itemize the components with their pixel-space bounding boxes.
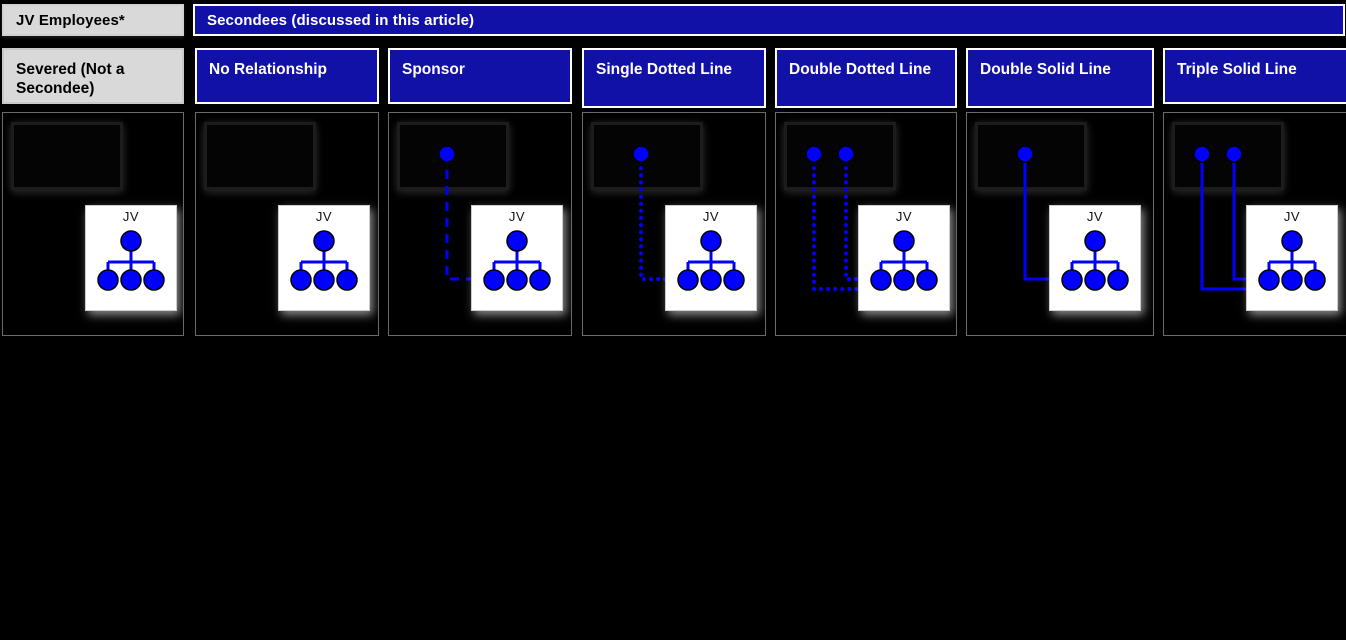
org-node-child-1 [1258,269,1280,291]
org-node-child-1 [677,269,699,291]
org-node-parent [120,230,142,252]
org-node-child-2 [893,269,915,291]
jv-card: JV [665,205,757,311]
jv-card-label: JV [702,209,720,224]
org-node-child-3 [336,269,358,291]
jv-card-label: JV [1086,209,1104,224]
jv-card: JV [858,205,950,311]
org-node-child-2 [120,269,142,291]
column-header-label: Double Solid Line [980,61,1111,78]
org-node-parent [1281,230,1303,252]
org-node-child-2 [1281,269,1303,291]
column-header-triple-solid-line: Triple Solid Line [1163,48,1346,104]
jv-card: JV [1049,205,1141,311]
diagram-cell-double-dotted-line: JV [775,112,957,336]
org-node-child-3 [916,269,938,291]
org-node-parent [893,230,915,252]
column-header-label: Single Dotted Line [596,61,733,78]
jv-card-label: JV [508,209,526,224]
org-node-parent [1084,230,1106,252]
column-header-sponsor: Sponsor [388,48,572,104]
jv-card-label: JV [895,209,913,224]
diagram-cell-sponsor: JV [388,112,572,336]
column-header-double-dotted-line: Double Dotted Line [775,48,957,108]
jv-card: JV [278,205,370,311]
group-header-jv-employees: JV Employees* [2,4,184,36]
org-node-child-3 [143,269,165,291]
group-header-secondees: Secondees (discussed in this article) [193,4,1345,36]
org-node-child-1 [1061,269,1083,291]
parent-company-box [397,122,509,190]
group-header-label: JV Employees* [16,11,125,29]
parent-company-box [11,122,123,190]
diagram-cell-severed: JV [2,112,184,336]
jv-card-label: JV [315,209,333,224]
jv-card: JV [85,205,177,311]
parent-company-box [204,122,316,190]
org-node-child-2 [1084,269,1106,291]
org-node-child-1 [483,269,505,291]
column-header-severed: Severed (Not a Secondee) [2,48,184,104]
column-header-single-dotted-line: Single Dotted Line [582,48,766,108]
parent-company-box [784,122,896,190]
org-node-child-1 [870,269,892,291]
org-node-child-1 [290,269,312,291]
column-header-label: Triple Solid Line [1177,61,1297,78]
parent-company-box [1172,122,1284,190]
diagram-cell-no-relationship: JV [195,112,379,336]
org-node-child-2 [313,269,335,291]
org-node-child-3 [1304,269,1326,291]
parent-company-box [975,122,1087,190]
jv-card: JV [1246,205,1338,311]
column-header-label: Sponsor [402,61,465,78]
org-node-child-1 [97,269,119,291]
diagram-cell-double-solid-line: JV [966,112,1154,336]
jv-card-label: JV [1283,209,1301,224]
parent-company-box [591,122,703,190]
jv-card: JV [471,205,563,311]
org-node-child-2 [700,269,722,291]
column-header-no-relationship: No Relationship [195,48,379,104]
group-header-label: Secondees (discussed in this article) [207,11,475,29]
org-node-parent [700,230,722,252]
org-node-child-2 [506,269,528,291]
jv-card-label: JV [122,209,140,224]
diagram-cell-triple-solid-line: JV [1163,112,1346,336]
diagram-canvas: JV Employees* Secondees (discussed in thi… [0,0,1346,640]
org-node-child-3 [1107,269,1129,291]
column-header-double-solid-line: Double Solid Line [966,48,1154,108]
column-header-label: Double Dotted Line [789,61,932,78]
column-header-label: Severed (Not a Secondee) [16,61,125,98]
org-node-child-3 [529,269,551,291]
org-node-child-3 [723,269,745,291]
diagram-cell-single-dotted-line: JV [582,112,766,336]
org-node-parent [313,230,335,252]
column-header-label: No Relationship [209,61,327,78]
org-node-parent [506,230,528,252]
